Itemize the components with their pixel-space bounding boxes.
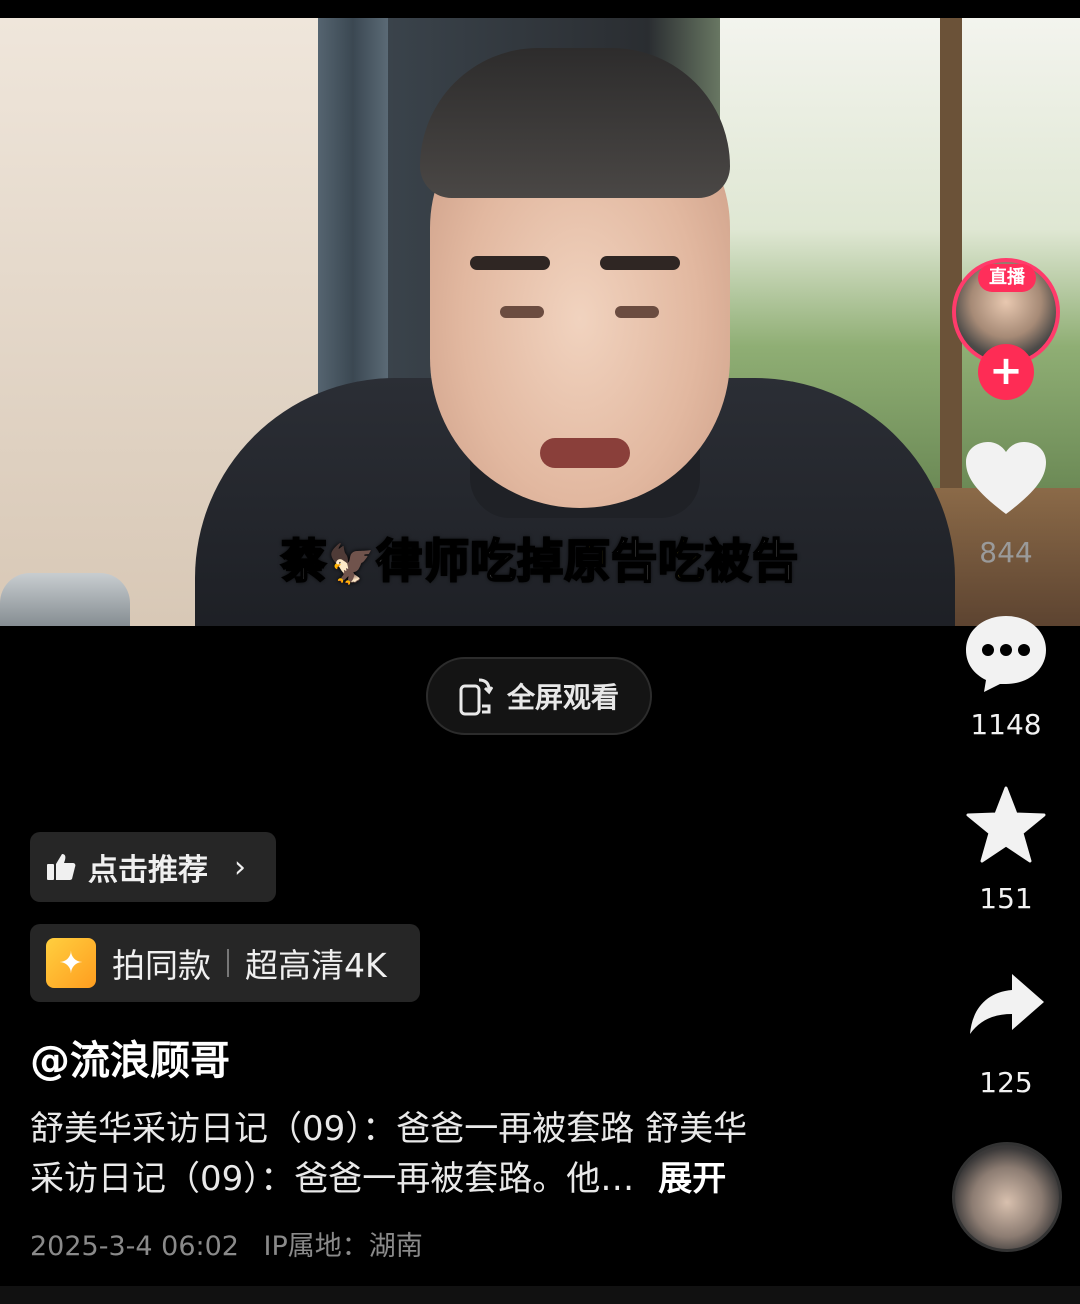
comment-button[interactable] <box>950 612 1062 696</box>
music-disc-avatar[interactable] <box>952 1142 1062 1252</box>
video-window-frame <box>940 18 962 498</box>
post-meta: 2025-3-4 06:02 IP属地：湖南 <box>30 1224 423 1263</box>
video-person-eye <box>615 306 659 318</box>
subtitle-part: 告 <box>610 533 659 589</box>
star-icon <box>966 786 1046 863</box>
author-name[interactable]: @流浪顾哥 <box>30 1028 230 1086</box>
fullscreen-label: 全屏观看 <box>506 681 619 714</box>
divider <box>227 949 229 977</box>
fullscreen-button[interactable]: 全屏观看 <box>426 657 652 735</box>
heart-icon <box>966 442 1046 514</box>
video-person-brow <box>600 256 680 270</box>
eagle-icon: 🦅 <box>327 542 377 586</box>
video-person-mouth <box>540 438 630 468</box>
ip-location: IP属地：湖南 <box>263 1231 423 1262</box>
subtitle-part: 吃被 <box>657 533 753 589</box>
video-subtitle: 蔡🦅律师吃掉原告吃被告 <box>0 525 1080 591</box>
favorite-count: 151 <box>979 882 1033 915</box>
rotate-phone-icon <box>459 676 494 716</box>
description-line: 舒美华采访日记（09）：爸爸一再被套路 舒美华 <box>30 1109 748 1149</box>
post-datetime: 2025-3-4 06:02 <box>30 1231 239 1262</box>
description-line: 采访日记（09）：爸爸一再被套路。他… <box>30 1159 635 1199</box>
subtitle-part: 律师吃 <box>375 533 518 589</box>
bottom-bar <box>0 1286 1080 1304</box>
subtitle-part: 告 <box>751 533 800 589</box>
shoot-same-style-button[interactable]: ✦ 拍同款 超高清4K <box>30 924 420 1002</box>
share-count: 125 <box>979 1066 1033 1099</box>
video-person-hair <box>420 48 730 198</box>
share-arrow-icon <box>970 974 1044 1034</box>
like-button[interactable] <box>950 440 1062 520</box>
follow-button[interactable]: + <box>978 344 1034 400</box>
expand-link[interactable]: 展开 <box>658 1159 726 1199</box>
video-description[interactable]: 舒美华采访日记（09）：爸爸一再被套路 舒美华 采访日记（09）：爸爸一再被套路… <box>30 1104 860 1204</box>
thumbs-up-icon <box>47 854 76 880</box>
live-badge: 直播 <box>978 264 1036 292</box>
video-person-eye <box>500 306 544 318</box>
video-person-brow <box>470 256 550 270</box>
subtitle-part: 掉原 <box>516 533 612 589</box>
sparkle-icon: ✦ <box>46 938 96 988</box>
hd-4k-label: 超高清4K <box>245 946 387 985</box>
recommend-button[interactable]: 点击推荐 › <box>30 832 276 902</box>
recommend-label: 点击推荐 <box>88 853 208 888</box>
comment-bubble-icon <box>966 616 1046 692</box>
chevron-right-icon: › <box>234 849 246 885</box>
comment-count: 1148 <box>970 708 1042 741</box>
like-count: 844 <box>979 536 1033 569</box>
shoot-same-label: 拍同款 <box>112 946 211 985</box>
favorite-button[interactable] <box>950 786 1062 866</box>
share-button[interactable] <box>950 970 1062 1040</box>
subtitle-part: 蔡 <box>280 533 328 589</box>
